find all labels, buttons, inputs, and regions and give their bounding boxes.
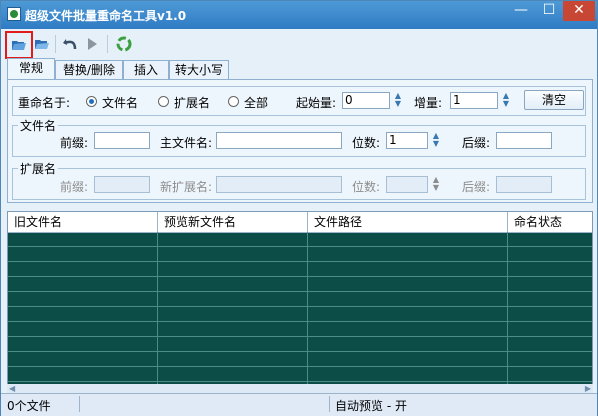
table-row: [8, 367, 592, 382]
tab-replace-delete[interactable]: 替换/删除: [55, 60, 123, 79]
file-list-table[interactable]: 旧文件名 预览新文件名 文件路径 命名状态: [7, 211, 593, 393]
column-preview-name[interactable]: 预览新文件名: [158, 212, 308, 232]
scroll-right-icon[interactable]: ▶: [585, 384, 591, 393]
rename-target-label: 重命名于:: [18, 96, 71, 110]
suffix-label: 后缀:: [462, 136, 491, 150]
table-row: [8, 337, 592, 352]
app-icon: [7, 7, 21, 21]
minimize-button[interactable]: —: [507, 1, 535, 21]
digits-input[interactable]: 1: [386, 132, 428, 149]
settings-panel: 重命名于: 文件名 扩展名 全部 起始量: 0 ▲ ▼ 增量: 1 ▲ ▼ 清空 文…: [7, 79, 593, 203]
ext-prefix-input: [94, 176, 150, 193]
horizontal-scrollbar[interactable]: ◀ ▶: [7, 384, 593, 393]
prefix-input[interactable]: [94, 132, 150, 149]
step-input[interactable]: 1: [450, 92, 498, 109]
auto-preview-status: 自动预览 - 开: [335, 399, 407, 413]
filename-group-title: 文件名: [18, 117, 59, 134]
suffix-input[interactable]: [496, 132, 552, 149]
step-spinner[interactable]: ▲ ▼: [500, 92, 512, 109]
step-label: 增量:: [414, 96, 443, 110]
tab-case[interactable]: 转大小写: [169, 60, 229, 79]
table-row: [8, 247, 592, 262]
radio-extension[interactable]: [158, 96, 169, 107]
main-name-label: 主文件名:: [160, 136, 213, 150]
scroll-left-icon[interactable]: ◀: [9, 384, 15, 393]
column-status[interactable]: 命名状态: [508, 212, 592, 232]
ext-digits-spinner: ▲ ▼: [432, 175, 440, 192]
radio-filename[interactable]: [86, 96, 97, 107]
radio-all-label[interactable]: 全部: [244, 94, 268, 111]
recycle-icon[interactable]: [113, 33, 135, 55]
open-folder-icon[interactable]: [31, 33, 53, 55]
status-separator: [329, 396, 330, 412]
column-file-path[interactable]: 文件路径: [308, 212, 508, 232]
status-bar: 0个文件 自动预览 - 开: [1, 393, 597, 416]
ext-digits-label: 位数:: [352, 180, 381, 194]
status-separator: [79, 396, 80, 412]
main-name-input[interactable]: [216, 132, 342, 149]
new-ext-label: 新扩展名:: [160, 180, 213, 194]
table-row: [8, 292, 592, 307]
tab-insert[interactable]: 插入: [123, 60, 169, 79]
title-bar: 超级文件批量重命名工具v1.0 — ☐ ✕: [1, 1, 597, 29]
tab-general[interactable]: 常规: [7, 58, 55, 79]
clear-button[interactable]: 清空: [524, 90, 584, 110]
extension-group-title: 扩展名: [18, 160, 59, 177]
digits-label: 位数:: [352, 136, 381, 150]
toolbar-separator: [55, 35, 56, 53]
file-count-status: 0个文件: [7, 399, 51, 413]
radio-all[interactable]: [228, 96, 239, 107]
radio-filename-label[interactable]: 文件名: [102, 94, 138, 111]
table-row: [8, 277, 592, 292]
window-title: 超级文件批量重命名工具v1.0: [25, 9, 187, 23]
table-header: 旧文件名 预览新文件名 文件路径 命名状态: [8, 212, 592, 233]
start-input[interactable]: 0: [342, 92, 390, 109]
ext-suffix-input: [496, 176, 552, 193]
start-label: 起始量:: [296, 96, 337, 110]
digits-spinner[interactable]: ▲ ▼: [430, 132, 442, 149]
new-ext-input: [216, 176, 342, 193]
table-row: [8, 262, 592, 277]
ext-suffix-label: 后缀:: [462, 180, 491, 194]
toolbar: [3, 31, 595, 59]
radio-extension-label[interactable]: 扩展名: [174, 94, 210, 111]
table-row: [8, 307, 592, 322]
ext-digits-input: [386, 176, 428, 193]
start-spinner[interactable]: ▲ ▼: [392, 92, 404, 109]
table-row: [8, 352, 592, 367]
ext-prefix-label: 前缀:: [60, 180, 89, 194]
maximize-button[interactable]: ☐: [535, 1, 563, 21]
toolbar-separator: [107, 35, 108, 53]
undo-icon[interactable]: [59, 33, 81, 55]
app-window: 超级文件批量重命名工具v1.0 — ☐ ✕ 常规 替换/删除 插入 转大小写 重…: [0, 0, 598, 416]
run-icon[interactable]: [81, 33, 103, 55]
prefix-label: 前缀:: [60, 136, 89, 150]
open-files-icon[interactable]: [5, 31, 33, 59]
table-row: [8, 322, 592, 337]
close-button[interactable]: ✕: [563, 1, 595, 21]
table-row: [8, 232, 592, 247]
column-old-name[interactable]: 旧文件名: [8, 212, 158, 232]
